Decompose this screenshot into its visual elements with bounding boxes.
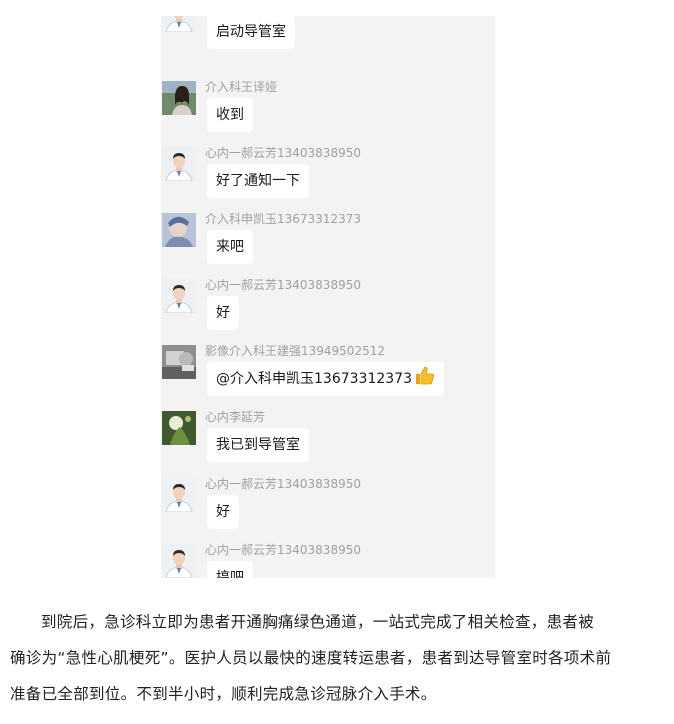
message-bubble: 好了通知一下 [207,164,309,198]
paragraph-line: 确诊为“急性心肌梗死”。医护人员以最快的速度转运患者，患者到达导管室时各项术前 [10,649,612,667]
equipment-photo-avatar [162,345,196,379]
chat-message: 心内一郝云芳13403838950 好 [161,477,495,544]
doctor-avatar [162,147,196,181]
sender-name: 影像介入科王建强13949502512 [205,344,385,358]
chat-message: 启动导管室 [161,16,495,64]
sender-name: 介入科申凯玉13673312373 [205,212,361,226]
message-bubble: 来吧 [207,230,253,264]
chat-message: 影像介入科王建强13949502512 @介入科申凯玉13673312373 [161,344,495,411]
message-bubble: 好 [207,296,239,330]
message-bubble: 我已到导管室 [207,428,309,462]
mention-text: @介入科申凯玉13673312373 [216,371,412,387]
doctor-avatar [162,16,196,32]
paragraph-line: 准备已全部到位。不到半小时，顺利完成急诊冠脉介入手术。 [10,685,437,703]
sender-name: 心内一郝云芳13403838950 [205,278,361,292]
chat-message: 心内李延芳 我已到导管室 [161,410,495,477]
sender-name: 心内一郝云芳13403838950 [205,543,361,557]
thumbs-up-icon [415,364,435,398]
woman-photo-avatar [162,81,196,115]
message-bubble: @介入科申凯玉13673312373 [207,362,444,396]
doctor-avatar [162,478,196,512]
article-paragraph: 到院后，急诊科立即为患者开通胸痛绿色通道，一站式完成了相关检查，患者被 确诊为“… [0,604,674,712]
message-bubble: 收到 [207,98,253,132]
chat-screenshot: 启动导管室 介入科王译娅 收到 心内一郝云芳13403838950 好了通知一下… [161,16,495,578]
sender-name: 心内一郝云芳13403838950 [205,146,361,160]
sender-name: 心内一郝云芳13403838950 [205,477,361,491]
cartoon-avatar [162,213,196,247]
paragraph-line: 到院后，急诊科立即为患者开通胸痛绿色通道，一站式完成了相关检查，患者被 [41,613,595,631]
chat-message: 心内一郝云芳13403838950 好了通知一下 [161,146,495,213]
message-bubble: 搞吧 [207,561,253,578]
message-bubble: 启动导管室 [207,16,295,49]
chat-message: 心内一郝云芳13403838950 好 [161,278,495,345]
chat-message: 介入科王译娅 收到 [161,80,495,147]
doctor-avatar [162,544,196,578]
plant-photo-avatar [162,411,196,445]
sender-name: 心内李延芳 [205,410,266,424]
message-bubble: 好 [207,495,239,529]
chat-message: 介入科申凯玉13673312373 来吧 [161,212,495,279]
doctor-avatar [162,279,196,313]
sender-name: 介入科王译娅 [205,80,278,94]
chat-message: 心内一郝云芳13403838950 搞吧 [161,543,495,578]
